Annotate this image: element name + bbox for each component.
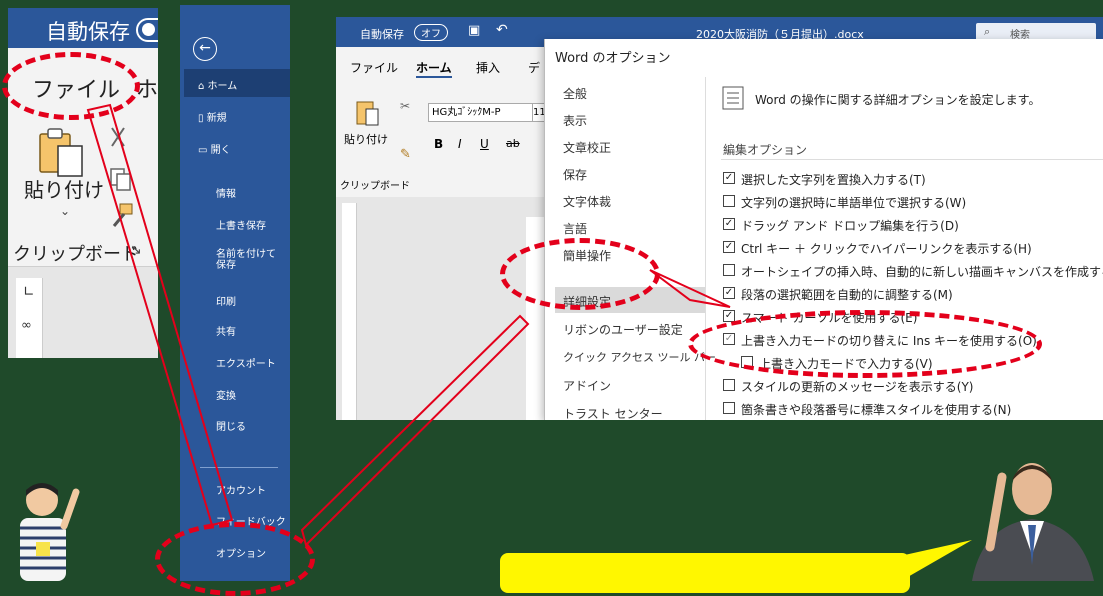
man-illustration — [972, 463, 1094, 581]
speech-bubble-tail — [900, 540, 972, 578]
boy-illustration — [20, 483, 80, 581]
highlight-ellipse-options — [155, 522, 315, 596]
highlight-ellipse-ins-key — [688, 310, 1042, 378]
speech-bubble — [500, 553, 910, 593]
highlight-ellipse-file — [2, 52, 140, 120]
highlight-ellipse-advanced — [500, 238, 660, 310]
